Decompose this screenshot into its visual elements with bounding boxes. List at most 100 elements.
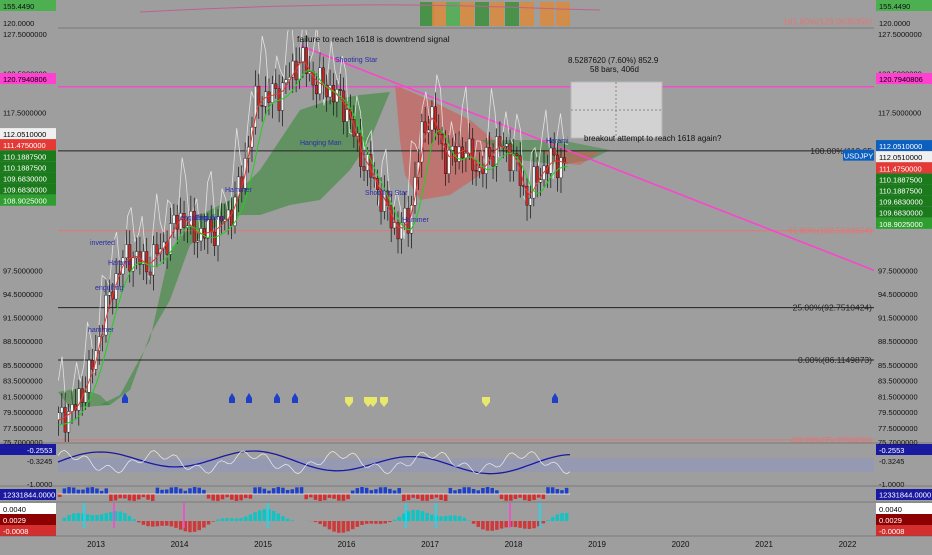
osc2-bar: [230, 494, 234, 500]
osc2-bar: [151, 494, 155, 501]
candle-body: [509, 144, 512, 171]
candle-body: [149, 272, 152, 275]
candle-pattern-label: hammer: [88, 327, 114, 334]
osc2-bar: [202, 490, 206, 494]
price-tick-label: 85.5000000: [878, 361, 918, 370]
osc3-bar: [258, 510, 262, 521]
osc3-bar: [239, 518, 243, 521]
osc3-bar: [193, 521, 197, 532]
osc3-bar: [235, 518, 239, 521]
osc3-bar: [170, 521, 174, 526]
candle-pattern-label: inverted: [90, 240, 115, 247]
price-tick-label-left: 77.5000000: [3, 424, 43, 433]
osc2-bar: [370, 490, 374, 494]
osc3-bar: [281, 516, 285, 521]
price-tick-label: 91.5000000: [878, 314, 918, 323]
osc3-bar: [528, 521, 532, 529]
osc2-bar: [300, 487, 304, 494]
osc2-bar: [393, 490, 397, 494]
osc3-bar: [463, 518, 467, 521]
time-axis-label: 2016: [338, 540, 356, 549]
osc3-bar: [95, 515, 99, 521]
osc3-bar: [277, 513, 281, 521]
osc3-bar: [109, 512, 113, 521]
candle-body: [536, 167, 539, 182]
fib-label: 61.80%(102.5193154): [788, 226, 872, 236]
candle-body: [475, 170, 478, 171]
main-price-panel: hammerengulfinginvertedHaramiShooting St…: [57, 17, 874, 448]
fib-label: -38.20%(75.9750955): [790, 435, 872, 445]
osc3-bar: [100, 514, 104, 521]
osc2-bar: [514, 494, 518, 499]
candle-pattern-label: Hammer: [402, 217, 430, 224]
price-tick-label: 94.5000000: [878, 290, 918, 299]
osc2-bar: [537, 494, 541, 498]
price-tick-label-left: 88.5000000: [3, 337, 43, 346]
left-price-badge-text: 109.6830000: [3, 186, 47, 195]
candle-pattern-label: engulfing: [95, 285, 124, 292]
osc3-bar: [472, 521, 476, 524]
fib-label: 25.00%(92.7510424): [793, 303, 873, 313]
candle-body: [539, 180, 542, 183]
osc3-bar: [72, 513, 76, 521]
osc3-bar: [230, 518, 234, 521]
osc2-bar: [458, 489, 462, 494]
osc2-bar: [453, 490, 457, 494]
osc2-bar: [379, 487, 383, 494]
price-chart[interactable]: 155.4490155.4490120.0000120.0000 hammere…: [0, 0, 932, 550]
candle-body: [499, 137, 502, 147]
osc2-bar: [518, 494, 522, 498]
candle-pattern-label: Harami: [546, 138, 569, 145]
osc2-bar: [146, 494, 150, 500]
osc2-bar: [95, 488, 99, 494]
osc2-bar: [542, 494, 546, 499]
osc2-bar: [356, 488, 360, 494]
candle-body: [285, 80, 288, 83]
osc2-bar: [105, 488, 109, 494]
osc2-bar: [449, 488, 453, 494]
osc3-bar: [207, 521, 211, 524]
osc3-bar: [142, 521, 146, 525]
osc3-bar: [500, 521, 504, 529]
candle-body: [305, 48, 308, 74]
top-panel-band: [520, 2, 534, 26]
osc3-bar: [323, 521, 327, 527]
osc2-bar: [463, 487, 467, 494]
osc3-bar: [379, 521, 383, 524]
osc3-bar: [174, 521, 178, 528]
osc2-bar: [281, 488, 285, 494]
osc3-bar: [388, 521, 392, 522]
candle-body: [461, 147, 464, 158]
osc3-bar: [430, 515, 434, 521]
osc2-bar: [156, 488, 160, 494]
candle-body: [196, 241, 199, 242]
candle-body: [156, 245, 159, 254]
price-tick-label-left: 85.5000000: [3, 361, 43, 370]
osc2-bar: [397, 488, 401, 494]
symbol-tag: USDJPY: [844, 152, 874, 161]
osc3-right-value: 0.0040: [879, 505, 902, 514]
osc2-bar: [160, 490, 164, 494]
osc1-right-value: -0.3245: [879, 457, 904, 466]
measure-text-line2: 58 bars, 406d: [590, 65, 639, 74]
osc3-bar: [439, 516, 443, 521]
osc2-bar: [556, 489, 560, 494]
candle-body: [363, 166, 366, 170]
candle-body: [77, 389, 80, 411]
osc3-bar: [118, 512, 122, 521]
top-left-value: 120.0000: [3, 19, 34, 28]
candle-body: [492, 156, 495, 166]
price-tick-label: 77.5000000: [878, 424, 918, 433]
candle-pattern-label: Hanging Man: [300, 140, 342, 147]
osc3-bar: [179, 521, 183, 530]
osc2-bar: [100, 491, 104, 494]
osc1-right-value: -0.2553: [879, 446, 904, 455]
osc2-bar: [304, 494, 308, 499]
osc2-bar: [309, 494, 313, 497]
osc3-bar: [151, 521, 155, 527]
candle-body: [454, 146, 457, 161]
price-tick-label: 88.5000000: [878, 337, 918, 346]
osc3-bar: [165, 521, 169, 526]
candle-pattern-label: Harami: [108, 260, 131, 267]
osc3-bar: [132, 519, 136, 521]
